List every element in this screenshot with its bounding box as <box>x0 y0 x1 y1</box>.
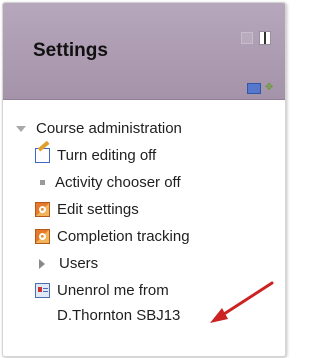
settings-icon <box>35 229 50 244</box>
section-label: Course administration <box>36 120 182 137</box>
tree-item-users[interactable]: Users <box>35 255 98 272</box>
item-label[interactable]: Users <box>59 255 98 272</box>
item-label[interactable]: Turn editing off <box>57 147 156 164</box>
item-label[interactable]: Unenrol me from <box>57 282 169 299</box>
block-header: Settings ✥ <box>3 3 285 100</box>
tree-item-completion-tracking[interactable]: Completion tracking <box>35 228 190 245</box>
settings-tree: Course administration Turn editing off A… <box>3 100 285 356</box>
tree-item-edit-settings[interactable]: Edit settings <box>35 201 139 218</box>
move-icon[interactable]: ✥ <box>265 83 275 93</box>
pencil-edit-icon <box>35 148 50 163</box>
tree-item-turn-editing[interactable]: Turn editing off <box>35 147 156 164</box>
item-label[interactable]: Edit settings <box>57 201 139 218</box>
unenrol-icon <box>35 283 50 298</box>
tree-section-course-admin[interactable]: Course administration <box>16 120 182 137</box>
settings-icon <box>35 202 50 217</box>
bullet-icon <box>40 180 45 185</box>
edit-icon[interactable] <box>247 83 261 94</box>
expand-arrow-icon[interactable] <box>39 258 45 269</box>
tree-item-unenrol[interactable]: Unenrol me from <box>35 282 169 299</box>
block-title: Settings <box>33 40 108 61</box>
settings-block: Settings ✥ Course administration Turn ed… <box>2 2 286 357</box>
tree-item-unenrol-course[interactable]: D.Thornton SBJ13 <box>57 307 180 324</box>
tree-item-activity-chooser[interactable]: Activity chooser off <box>35 174 181 191</box>
item-label[interactable]: Activity chooser off <box>55 174 181 191</box>
collapse-arrow-icon[interactable] <box>16 125 26 132</box>
item-label[interactable]: Completion tracking <box>57 228 190 245</box>
hide-block-icon[interactable] <box>241 32 253 44</box>
item-label[interactable]: D.Thornton SBJ13 <box>57 307 180 324</box>
dock-icon[interactable] <box>259 31 271 45</box>
